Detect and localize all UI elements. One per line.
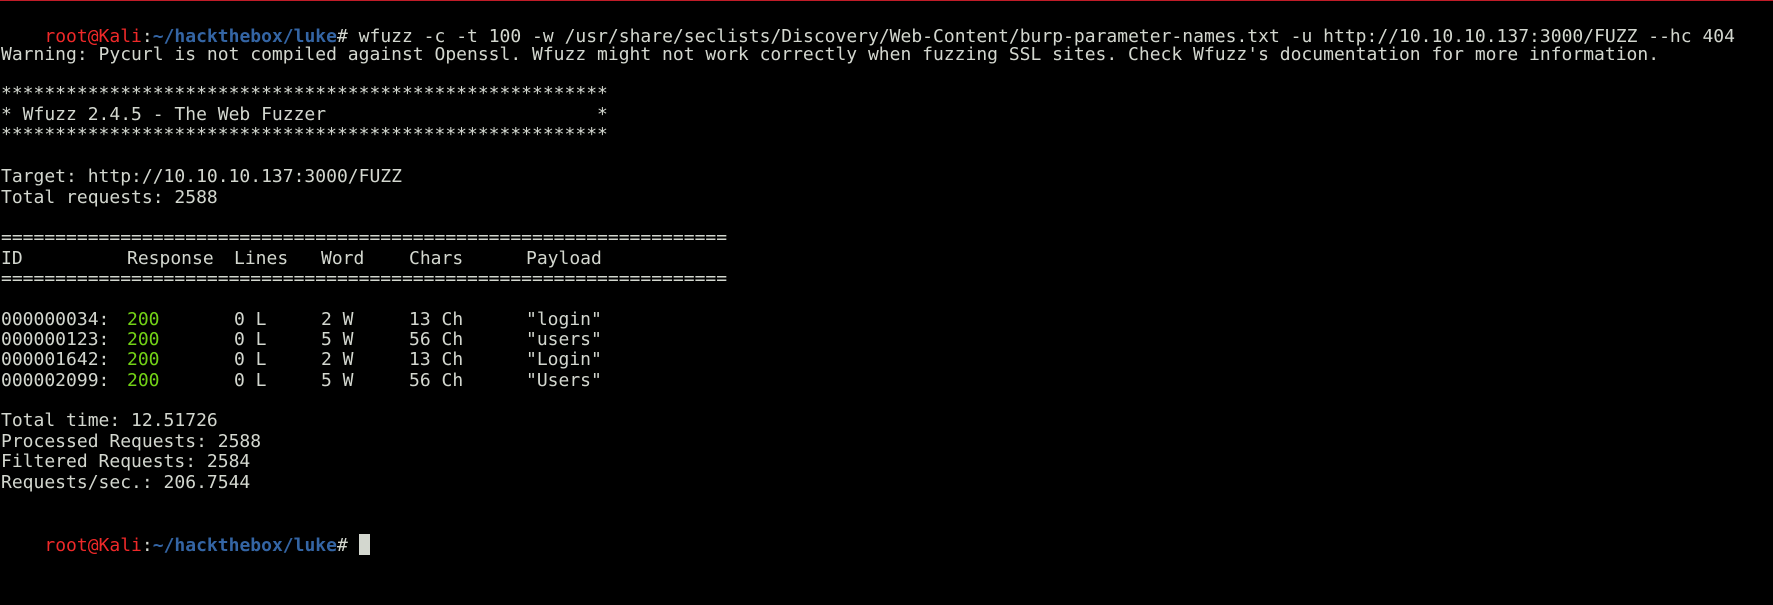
row-payload: "Users"	[526, 370, 602, 391]
prompt-separator: :	[141, 535, 153, 556]
prompt-user-host: root@Kali	[44, 535, 142, 556]
banner-top: ****************************************…	[1, 83, 608, 104]
row-lines: 0 L	[234, 349, 267, 370]
text-cursor[interactable]	[358, 534, 370, 555]
terminal-window[interactable]: root@Kali:~/hackthebox/luke# wfuzz -c -t…	[0, 0, 1773, 605]
row-id: 000002099:	[1, 370, 110, 391]
row-response: 200	[127, 370, 160, 391]
command-line: root@Kali:~/hackthebox/luke# wfuzz -c -t…	[1, 2, 1735, 47]
banner-bottom: ****************************************…	[1, 124, 608, 145]
row-payload: "Login"	[526, 349, 602, 370]
table-row: 000001642: 200 0 L 2 W 13 Ch "Login"	[1, 348, 801, 371]
row-id: 000001642:	[1, 349, 110, 370]
prompt-path: ~/hackthebox/luke	[152, 535, 337, 556]
separator-bottom: ========================================…	[1, 268, 728, 289]
target-text: Target: http://10.10.10.137:3000/FUZZ	[1, 166, 402, 187]
total-requests-text: Total requests: 2588	[1, 187, 218, 208]
filtered-requests-text: Filtered Requests: 2584	[1, 451, 251, 472]
row-word: 2 W	[321, 349, 354, 370]
warning-text: Warning: Pycurl is not compiled against …	[1, 44, 1660, 65]
row-lines: 0 L	[234, 370, 267, 391]
active-prompt-line[interactable]: root@Kali:~/hackthebox/luke#	[1, 511, 370, 556]
row-chars: 56 Ch	[409, 370, 464, 391]
row-word: 5 W	[321, 370, 354, 391]
separator-top: ========================================…	[1, 227, 728, 248]
row-chars: 13 Ch	[409, 349, 464, 370]
table-row: 000002099: 200 0 L 5 W 56 Ch "Users"	[1, 369, 801, 392]
requests-per-sec-text: Requests/sec.: 206.7544	[1, 472, 251, 493]
row-response: 200	[127, 349, 160, 370]
prompt-symbol: #	[336, 535, 348, 556]
total-time-text: Total time: 12.51726	[1, 410, 218, 431]
